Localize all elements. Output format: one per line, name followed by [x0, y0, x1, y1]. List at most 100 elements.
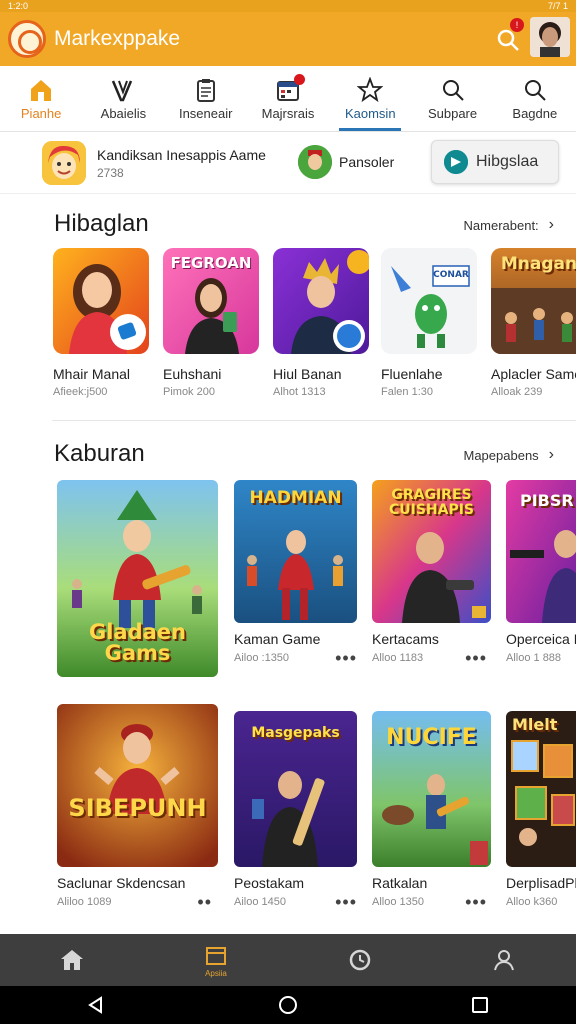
back-icon[interactable] [87, 996, 105, 1014]
app-name: Aplacler Same [491, 366, 576, 382]
more-options-icon[interactable]: ••• [465, 893, 487, 911]
game-meta: Aliloo 1089 [57, 896, 112, 908]
game-meta: Alloo 1350 [372, 896, 424, 908]
game-thumbnail: Masgepaks [234, 711, 357, 867]
game-card[interactable]: SIBEPUNH Saclunar Skdencsan Aliloo 1089 … [57, 704, 218, 911]
featured-secondary-icon[interactable] [298, 145, 332, 179]
section-see-more-link[interactable]: Namerabent: › [464, 216, 554, 234]
game-name: Peostakam [234, 875, 305, 891]
game-meta: Alloo 1183 [372, 652, 424, 664]
game-thumbnail: NUCIFE [372, 711, 491, 867]
game-card[interactable]: Masgepaks Peostakam Ailoo 1450 ••• [234, 711, 357, 911]
app-thumbnail [273, 248, 369, 354]
bottom-nav-home[interactable] [0, 934, 144, 986]
game-card[interactable]: NUCIFE Ratkalan Alloo 1350 ••• [372, 711, 491, 911]
game-meta-row: Ailoo :1350 ••• [234, 649, 357, 667]
app-logo-icon [8, 20, 46, 58]
app-card[interactable]: Mnagan Aplacler Same Alloak 239 [491, 248, 576, 398]
tab-label: Inseneair [178, 105, 233, 121]
app-thumbnail: FEGROAN [163, 248, 259, 354]
game-card[interactable]: HADMIAN Kaman Game Ailoo :1350 ••• [234, 480, 357, 667]
section-title: Hibaglan [54, 210, 149, 237]
game-meta-row: Alloo 1 888 [506, 652, 576, 664]
history-icon [349, 949, 371, 971]
app-title: Markexppake [54, 27, 181, 50]
status-bar: 1:2:0 7/7 1 [0, 0, 576, 12]
game-card[interactable]: GRAGIRES CUISHAPIS Kertacams Alloo 1183 … [372, 480, 491, 667]
tab-bagdne[interactable]: Bagdne [494, 66, 576, 131]
app-meta: Falen 1:30 [381, 386, 433, 398]
bottom-nav-profile[interactable] [432, 934, 576, 986]
app-card[interactable]: FEGROAN Euhshani Pimok 200 [163, 248, 259, 398]
featured-title[interactable]: Kandiksan Inesappis Aame [97, 147, 266, 163]
app-card[interactable]: Hiul Banan Alhot 1313 [273, 248, 369, 398]
more-options-icon[interactable]: •• [197, 893, 212, 911]
tab-label: Abaielis [100, 105, 147, 121]
tab-inseneair[interactable]: Inseneair [165, 66, 247, 131]
recents-icon[interactable] [471, 996, 489, 1014]
app-card[interactable]: CONAR Fluenlahe Falen 1:30 [381, 248, 477, 398]
star-icon [357, 76, 384, 102]
profile-icon [494, 950, 514, 971]
tab-label: Majrsrais [261, 105, 315, 121]
game-card[interactable]: Gladaen Gams [57, 480, 218, 677]
game-card[interactable]: PIBSR Operceica E Alloo 1 888 [506, 480, 576, 664]
home-circle-icon[interactable] [278, 995, 298, 1015]
more-options-icon[interactable]: ••• [335, 649, 357, 667]
tab-label: Subpare [427, 105, 478, 121]
more-options-icon[interactable]: ••• [335, 893, 357, 911]
thumbnail-banner-text: FEGROAN [170, 254, 252, 272]
app-name: Hiul Banan [273, 366, 342, 382]
status-time: 1:2:0 [8, 1, 29, 11]
app-name: Euhshani [163, 366, 222, 382]
home-icon [31, 79, 52, 101]
game-name: Ratkalan [372, 875, 428, 891]
app-badge-icon [444, 150, 468, 174]
tab-home[interactable]: Pianhe [0, 66, 82, 131]
app-meta: Alhot 1313 [273, 386, 326, 398]
featured-secondary-title[interactable]: Pansoler [339, 154, 394, 170]
game-meta: Alloo 1 888 [506, 652, 562, 664]
tab-label: Pianhe [20, 105, 62, 121]
bottom-nav-history[interactable] [288, 934, 432, 986]
featured-action-label: Hibgslaa [476, 153, 539, 170]
game-card[interactable]: Mlelt DerplisadPh Alloo k360 [506, 711, 576, 908]
tab-abaielis[interactable]: Abaielis [82, 66, 164, 131]
section-see-more-link[interactable]: Mapepabens › [464, 446, 555, 464]
game-meta-row: Ailoo 1450 ••• [234, 893, 357, 911]
featured-app-icon[interactable] [42, 141, 86, 185]
system-navigation-bar [0, 986, 576, 1024]
app-meta: Afieek:j500 [53, 386, 108, 398]
v-logo-icon [112, 80, 133, 101]
chevron-right-icon: › [548, 446, 554, 463]
search-icon [442, 79, 464, 101]
game-meta: Alloo k360 [506, 896, 558, 908]
store-icon [206, 946, 226, 965]
tab-subpare[interactable]: Subpare [411, 66, 493, 131]
bottom-nav-store[interactable]: Apsiia [144, 934, 288, 986]
app-name: Mhair Manal [53, 366, 131, 382]
game-art-title: GRAGIRES CUISHAPIS [388, 487, 475, 518]
bottom-nav-label: Apsiia [205, 968, 227, 978]
notification-badge[interactable]: ! [510, 18, 524, 32]
app-meta: Pimok 200 [163, 386, 215, 398]
clipboard-icon [196, 78, 215, 102]
game-art-title: PIBSR [520, 491, 574, 510]
game-meta-row: Alloo 1183 ••• [372, 649, 487, 667]
game-thumbnail: HADMIAN [234, 480, 357, 623]
tab-majrsrais[interactable]: Majrsrais [247, 66, 329, 131]
search-icon [524, 79, 546, 101]
app-thumbnail [53, 248, 149, 354]
tab-kaomsin[interactable]: Kaomsin [329, 66, 411, 131]
app-card[interactable]: Mhair Manal Afieek:j500 [53, 248, 149, 398]
home-icon [61, 950, 83, 970]
featured-action-button[interactable]: Hibgslaa [431, 140, 559, 184]
game-art-title: SIBEPUNH [68, 794, 207, 822]
game-meta-row: Alloo k360 [506, 896, 576, 908]
game-thumbnail: Mlelt [506, 711, 576, 867]
section-link-label: Mapepabens [463, 447, 539, 463]
more-options-icon[interactable]: ••• [465, 649, 487, 667]
status-indicators: 7/7 1 [547, 1, 568, 11]
game-name: Saclunar Skdencsan [57, 875, 186, 891]
avatar[interactable] [530, 17, 570, 57]
